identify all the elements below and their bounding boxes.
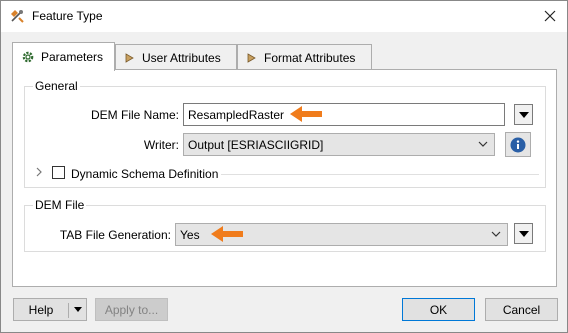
window-title: Feature Type	[32, 9, 103, 23]
tab-label: Parameters	[41, 50, 104, 64]
arrow-right-icon	[125, 52, 134, 63]
writer-info-button[interactable]	[505, 132, 531, 157]
dem-file-name-input[interactable]: ResampledRaster	[183, 103, 505, 126]
writer-value: Output [ESRIASCIIGRID]	[188, 137, 324, 152]
help-button[interactable]: Help	[13, 298, 87, 321]
triangle-down-icon	[74, 307, 82, 312]
gear-icon	[22, 51, 34, 63]
title-bar: Feature Type	[1, 1, 567, 32]
dem-file-name-label: DEM File Name:	[90, 108, 179, 122]
dynamic-schema-checkbox[interactable]	[52, 166, 65, 179]
divider	[221, 174, 539, 175]
triangle-down-icon	[518, 230, 529, 237]
triangle-down-icon	[518, 111, 529, 118]
tab-label: Format Attributes	[264, 50, 356, 65]
help-button-label: Help	[28, 302, 54, 317]
tab-parameters[interactable]: Parameters	[12, 42, 115, 71]
tab-file-generation-dropdown-button[interactable]	[514, 223, 533, 244]
tab-user-attributes[interactable]: User Attributes	[115, 44, 237, 70]
tab-file-generation-label: TAB File Generation:	[59, 228, 171, 242]
dem-file-name-dropdown-button[interactable]	[514, 104, 533, 125]
ok-label: OK	[429, 302, 448, 317]
split-separator	[68, 303, 69, 318]
chevron-right-icon[interactable]	[35, 167, 43, 177]
chevron-down-icon	[478, 141, 488, 147]
writer-label: Writer:	[143, 138, 179, 152]
close-button[interactable]	[535, 2, 565, 30]
orange-arrow-icon	[290, 106, 322, 122]
ok-button[interactable]: OK	[402, 298, 475, 321]
writer-select[interactable]: Output [ESRIASCIIGRID]	[183, 133, 495, 156]
dem-file-name-value: ResampledRaster	[188, 107, 285, 122]
group-label: General	[33, 79, 80, 93]
cancel-button[interactable]: Cancel	[485, 298, 558, 321]
info-icon	[510, 137, 526, 152]
apply-to-button[interactable]: Apply to...	[95, 298, 168, 321]
close-icon	[544, 10, 556, 22]
tab-label: User Attributes	[142, 50, 221, 65]
group-label: DEM File	[33, 198, 87, 212]
tab-format-attributes[interactable]: Format Attributes	[237, 44, 372, 70]
arrow-right-icon	[247, 52, 256, 63]
feature-type-icon	[11, 10, 24, 23]
parameters-panel: General DEM File Name: ResampledRaster W…	[12, 69, 557, 287]
feature-type-dialog: Feature Type Parameters User Attributes …	[0, 0, 568, 333]
orange-arrow-icon	[211, 226, 243, 242]
apply-to-label: Apply to...	[104, 302, 159, 317]
cancel-label: Cancel	[502, 302, 541, 317]
chevron-down-icon	[491, 231, 501, 237]
tab-file-generation-value: Yes	[180, 227, 200, 242]
dynamic-schema-label: Dynamic Schema Definition	[71, 167, 219, 181]
